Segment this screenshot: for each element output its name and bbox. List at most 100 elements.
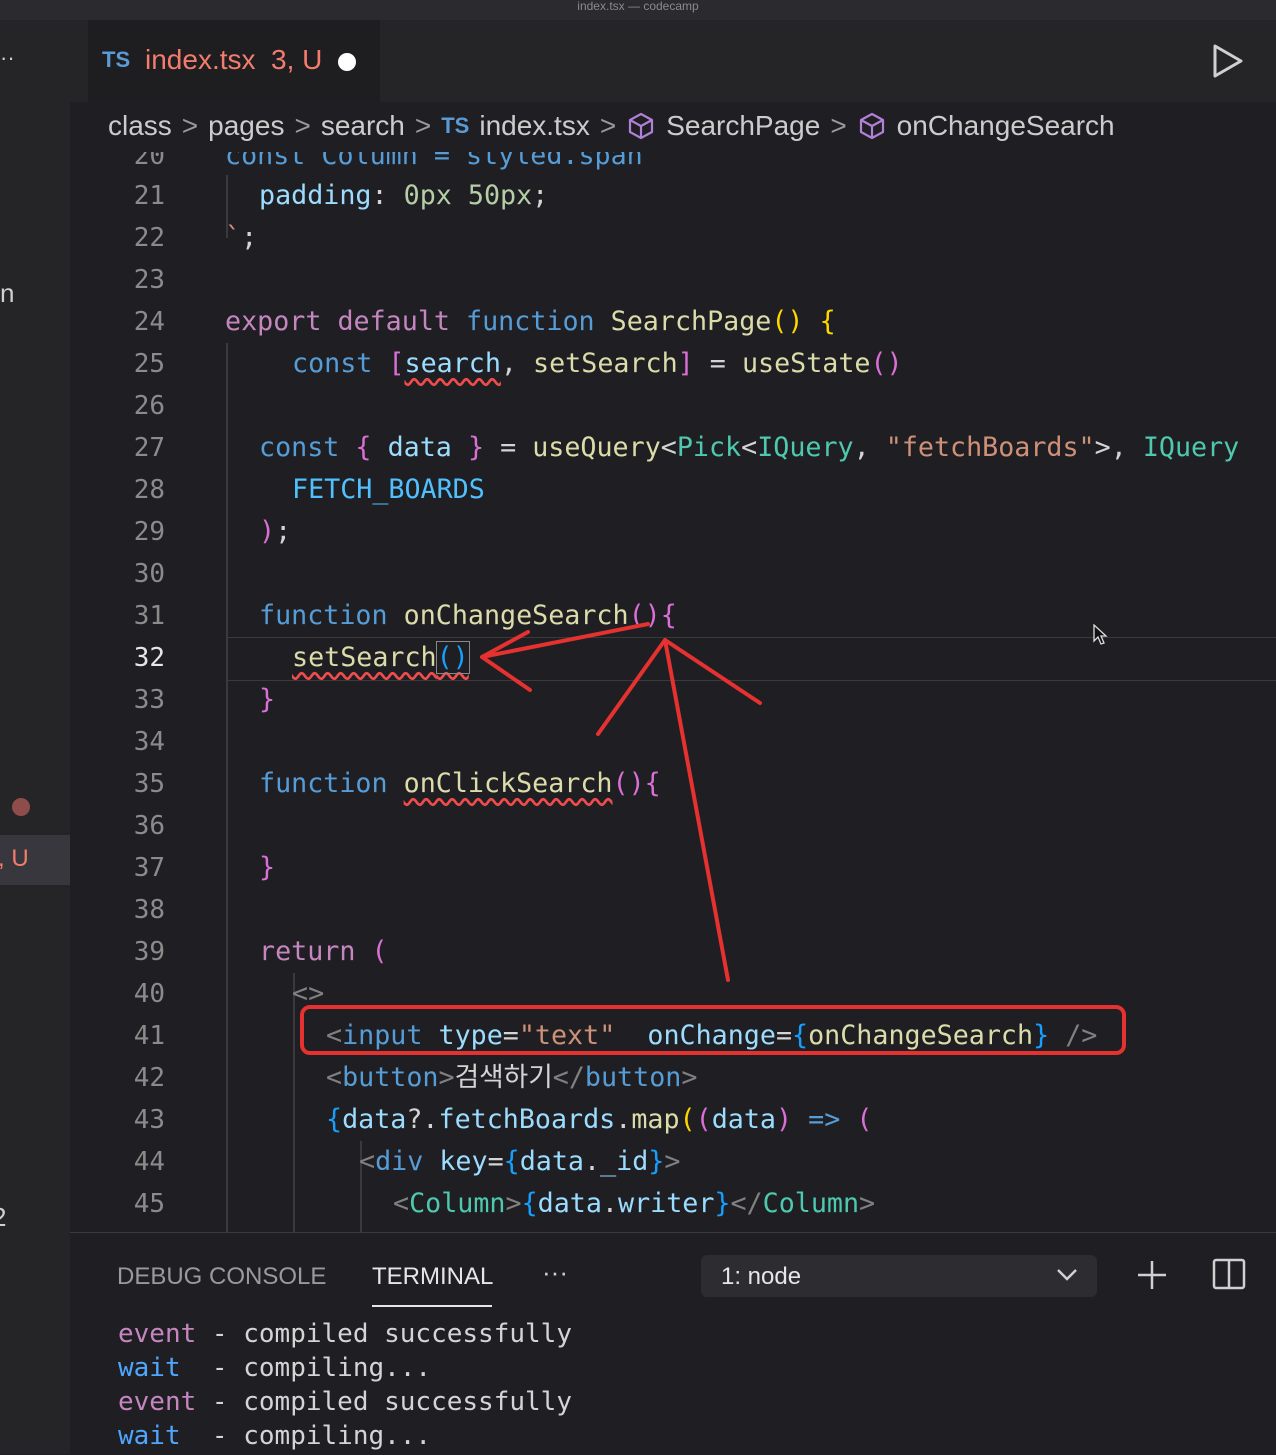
more-actions-icon[interactable]: ·· — [0, 47, 30, 69]
code-token: setSearch — [292, 642, 437, 673]
chevron-right-icon: > — [830, 110, 847, 141]
code-token: } — [648, 1146, 665, 1177]
code-token: <> — [292, 978, 325, 1009]
code-line-21: padding: 0px 50px; — [259, 175, 548, 217]
symbol-method-icon — [857, 111, 887, 141]
code-line-29: ); — [259, 511, 291, 553]
code-token: { — [355, 432, 372, 463]
code-token: 검색하기 — [454, 1062, 553, 1093]
line-number: 26 — [133, 391, 165, 421]
code-token: export — [225, 306, 322, 337]
title-bar: index.tsx — codecamp — [0, 0, 1276, 20]
code-token: { — [819, 306, 836, 337]
breadcrumb-item[interactable]: pages — [208, 110, 284, 142]
breadcrumb-item[interactable]: SearchPage — [666, 110, 820, 142]
code-token: data — [537, 1188, 602, 1219]
code-line-43: {data?.fetchBoards.map((data) => ( — [326, 1099, 872, 1141]
code-token: setSearch — [533, 348, 678, 379]
line-number: 36 — [133, 811, 165, 841]
indent-guide — [226, 343, 228, 1232]
code-token: { — [503, 1146, 520, 1177]
explorer-sidebar: ·· n , U 2 — [0, 20, 70, 1454]
line-number: 21 — [133, 181, 165, 211]
split-terminal-icon[interactable] — [1212, 1257, 1246, 1291]
code-token: IQuery — [757, 432, 854, 463]
terminal-message: compiled successfully — [243, 1387, 572, 1417]
breadcrumb-item[interactable]: onChangeSearch — [897, 110, 1115, 142]
more-actions-icon[interactable]: ··· — [542, 1257, 568, 1288]
code-token: . — [615, 1104, 632, 1135]
code-token: } — [714, 1188, 731, 1219]
line-number-current: 32 — [133, 643, 165, 673]
line-number: 38 — [133, 895, 165, 925]
sidebar-item-index-tsx[interactable]: , U — [0, 835, 70, 885]
code-editor[interactable]: 20 21 22 23 24 25 26 27 28 29 30 31 32 3… — [70, 152, 1276, 1232]
code-token: default — [337, 306, 450, 337]
code-line-44: <div key={data._id}> — [359, 1141, 680, 1183]
code-token: padding — [259, 180, 372, 211]
line-number: 29 — [133, 517, 165, 547]
code-token: div — [375, 1146, 424, 1177]
terminal-tag: wait — [118, 1353, 181, 1383]
breadcrumb-item[interactable]: class — [108, 110, 172, 142]
tab-status: 3, U — [271, 44, 323, 75]
code-token: () — [628, 600, 661, 631]
code-token: => — [808, 1104, 841, 1135]
run-icon[interactable] — [1208, 42, 1248, 82]
sidebar-item-status: , U — [0, 845, 29, 872]
code-token: Pick — [676, 432, 742, 463]
line-number: 33 — [133, 685, 165, 715]
code-line-28: FETCH_BOARDS — [292, 469, 485, 511]
chevron-right-icon: > — [599, 110, 617, 141]
code-token: ( — [371, 936, 388, 967]
code-token: IQuery — [1142, 432, 1240, 463]
breadcrumb-item[interactable]: index.tsx — [479, 110, 590, 142]
code-token: function — [466, 306, 595, 337]
code-token: } — [1033, 1020, 1050, 1051]
code-token: > — [505, 1188, 522, 1219]
window-title: index.tsx — codecamp — [577, 0, 699, 13]
tab-filename: index.tsx — [145, 44, 256, 75]
code-token: onChange — [647, 1020, 776, 1051]
code-token: , — [500, 348, 534, 379]
typescript-file-icon: TS — [102, 47, 131, 72]
code-token: = — [775, 1020, 793, 1051]
terminal-separator: - — [180, 1421, 244, 1451]
code-token: writer — [618, 1188, 715, 1219]
new-terminal-icon[interactable] — [1136, 1259, 1168, 1291]
terminal-line: wait - compiling... — [118, 1419, 431, 1453]
line-number: 27 — [133, 433, 165, 463]
terminal-tag: event — [118, 1387, 197, 1417]
code-token: { — [326, 1104, 343, 1135]
terminal-select[interactable]: 1: node — [701, 1255, 1097, 1297]
tab-debug-console[interactable]: DEBUG CONSOLE — [117, 1263, 326, 1291]
line-number: 37 — [133, 853, 165, 883]
code-token: ( — [695, 1104, 712, 1135]
bottom-panel: DEBUG CONSOLE TERMINAL ··· 1: node event… — [70, 1232, 1276, 1455]
code-token: data — [711, 1104, 776, 1135]
code-token: const Column = styled.span` — [225, 152, 659, 171]
tab-terminal[interactable]: TERMINAL — [372, 1263, 493, 1307]
active-tab-underline — [372, 1305, 492, 1307]
code-token: < — [741, 432, 758, 463]
code-token: "fetchBoards" — [885, 432, 1095, 463]
code-token: () — [870, 348, 903, 379]
unsaved-dot-icon[interactable] — [338, 53, 356, 71]
line-number: 34 — [133, 727, 165, 757]
code-token: ] — [677, 348, 694, 379]
line-number: 39 — [133, 937, 165, 967]
breadcrumb-item[interactable]: search — [321, 110, 405, 142]
code-token: "text" — [518, 1020, 616, 1051]
line-number: 22 — [133, 223, 165, 253]
code-token: () — [771, 306, 804, 337]
tab-index-tsx[interactable]: TS index.tsx 3, U — [88, 20, 380, 102]
code-token: ) — [259, 516, 276, 547]
terminal-line: event - compiled successfully — [118, 1317, 572, 1351]
code-token: FETCH_BOARDS — [292, 474, 485, 505]
